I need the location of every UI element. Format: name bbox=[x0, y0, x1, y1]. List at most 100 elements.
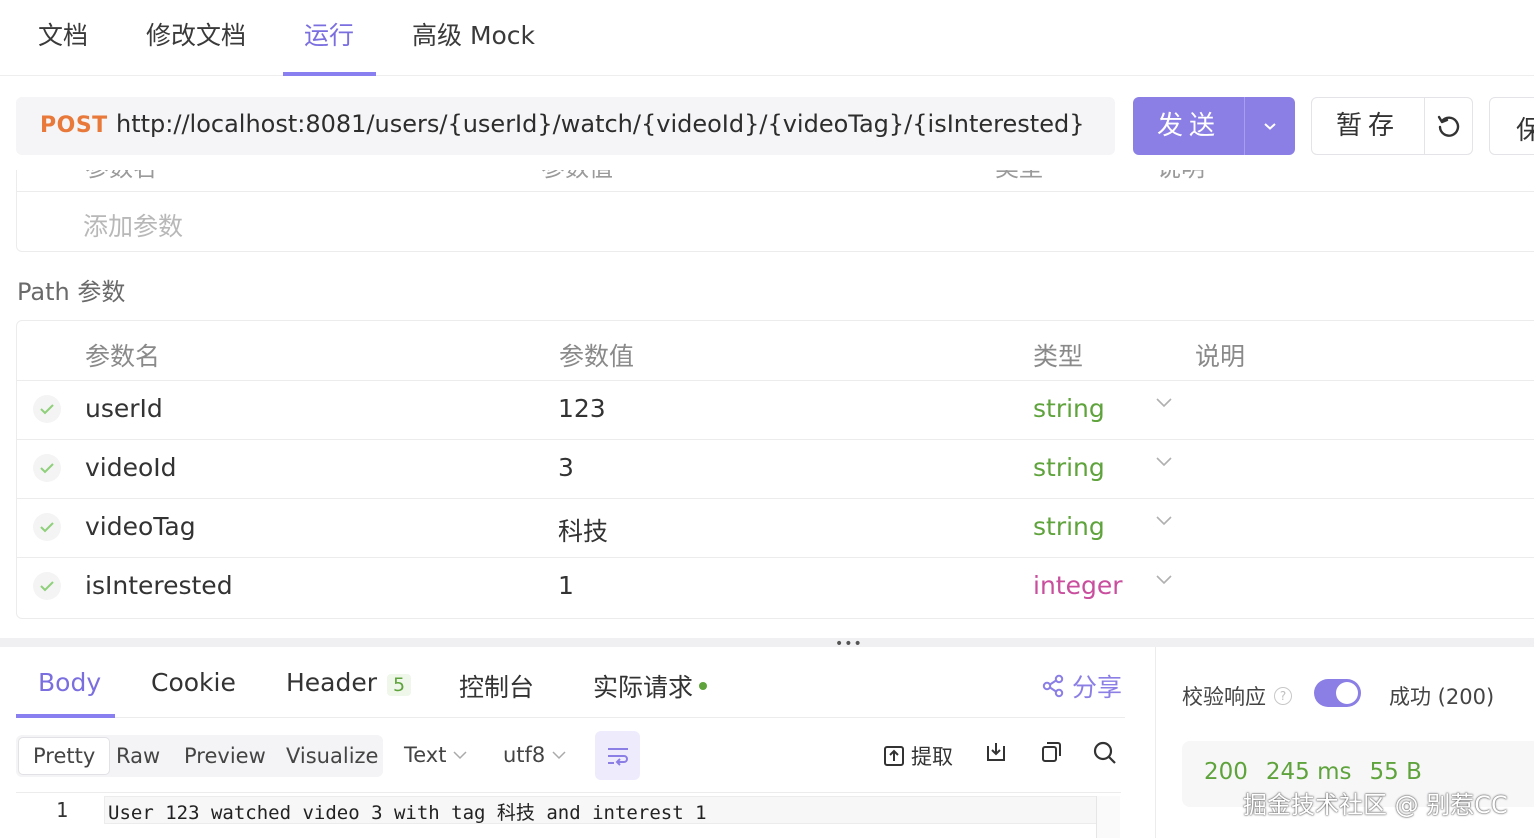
param-enabled-checkbox[interactable] bbox=[33, 572, 61, 600]
path-col-name: 参数名 bbox=[85, 342, 161, 371]
param-value[interactable]: 科技 bbox=[558, 512, 608, 548]
response-body-editor[interactable]: 1 User 123 watched video 3 with tag 科技 a… bbox=[16, 792, 1121, 838]
param-name[interactable]: userId bbox=[85, 394, 163, 423]
encoding-select[interactable]: utf8 bbox=[503, 743, 567, 767]
query-params-header: 参数名 参数值 类型 说明 bbox=[17, 170, 1534, 192]
save-button[interactable]: 保 bbox=[1489, 97, 1534, 155]
url-bar[interactable]: POST http://localhost:8081/users/{userId… bbox=[16, 97, 1115, 155]
share-button[interactable]: 分享 bbox=[1042, 668, 1122, 704]
share-label: 分享 bbox=[1072, 673, 1123, 702]
check-icon bbox=[40, 522, 54, 533]
path-params-header: 参数名 参数值 类型 说明 bbox=[17, 321, 1534, 381]
path-params-table: 参数名 参数值 类型 说明 userId 123 string videoId … bbox=[16, 320, 1534, 619]
table-row: isInterested 1 integer bbox=[17, 558, 1534, 617]
search-button[interactable] bbox=[1093, 741, 1117, 765]
code-line: User 123 watched video 3 with tag 科技 and… bbox=[104, 796, 1110, 824]
line-number: 1 bbox=[56, 798, 69, 822]
status-code: 200 bbox=[1204, 759, 1248, 785]
panel-splitter[interactable] bbox=[0, 638, 1534, 647]
response-tab-bar: Body Cookie Header 5 控制台 实际请求 bbox=[16, 648, 1125, 718]
chevron-down-icon[interactable] bbox=[1155, 456, 1173, 468]
validation-result: 成功 (200) bbox=[1389, 685, 1495, 709]
check-icon bbox=[40, 404, 54, 415]
copy-icon bbox=[1042, 742, 1061, 762]
http-method[interactable]: POST bbox=[40, 113, 108, 138]
chevron-down-icon bbox=[1264, 123, 1276, 130]
tab-docs[interactable]: 文档 bbox=[38, 18, 88, 54]
query-col-value: 参数值 bbox=[541, 170, 613, 183]
share-icon bbox=[1042, 674, 1064, 698]
response-body-text: User 123 watched video 3 with tag 科技 and… bbox=[108, 802, 707, 824]
send-dropdown-button[interactable] bbox=[1245, 97, 1295, 155]
chevron-down-icon[interactable] bbox=[1155, 397, 1173, 409]
search-icon bbox=[1093, 741, 1116, 764]
param-name[interactable]: isInterested bbox=[85, 571, 233, 600]
param-value[interactable]: 3 bbox=[558, 453, 574, 482]
path-params-title: Path 参数 bbox=[17, 278, 126, 306]
validate-response-label: 校验响应 ? bbox=[1182, 681, 1292, 711]
url-input[interactable]: http://localhost:8081/users/{userId}/wat… bbox=[116, 110, 1084, 138]
query-col-type: 类型 bbox=[995, 170, 1043, 183]
param-type[interactable]: string bbox=[1033, 453, 1105, 482]
param-value[interactable]: 1 bbox=[558, 571, 574, 600]
wrap-lines-button[interactable] bbox=[595, 731, 640, 780]
response-size: 55 B bbox=[1369, 759, 1422, 785]
param-enabled-checkbox[interactable] bbox=[33, 513, 61, 541]
response-stats-line: 200 245 ms 55 B bbox=[1204, 759, 1440, 785]
path-col-type: 类型 bbox=[1033, 342, 1084, 371]
tab-body[interactable]: Body bbox=[38, 668, 101, 697]
extract-icon bbox=[884, 746, 904, 766]
download-button[interactable] bbox=[985, 741, 1007, 763]
top-tab-bar: 文档 修改文档 运行 高级 Mock bbox=[0, 0, 1534, 76]
chevron-down-icon[interactable] bbox=[1155, 515, 1173, 527]
format-raw[interactable]: Raw bbox=[102, 735, 174, 777]
param-type[interactable]: string bbox=[1033, 394, 1105, 423]
validate-response-toggle[interactable] bbox=[1314, 679, 1361, 707]
tab-actual-request-label: 实际请求 bbox=[593, 673, 694, 702]
extract-button[interactable]: 提取 bbox=[883, 741, 953, 771]
tab-run[interactable]: 运行 bbox=[304, 18, 354, 54]
save-button-label: 保 bbox=[1516, 110, 1534, 147]
format-preview[interactable]: Preview bbox=[170, 735, 280, 777]
param-value[interactable]: 123 bbox=[558, 394, 606, 423]
format-visualize[interactable]: Visualize bbox=[272, 735, 392, 777]
save-draft-button[interactable]: 暂存 bbox=[1311, 97, 1473, 155]
active-tab-indicator bbox=[283, 72, 376, 76]
format-segmented-control: Pretty Raw Preview Visualize bbox=[16, 735, 383, 777]
toggle-knob bbox=[1336, 682, 1358, 704]
tab-advanced-mock[interactable]: 高级 Mock bbox=[412, 18, 535, 54]
watermark: 掘金技术社区 @ 别惹CC bbox=[1243, 791, 1508, 819]
param-name[interactable]: videoId bbox=[85, 453, 177, 482]
content-type-value: Text bbox=[404, 743, 447, 767]
param-enabled-checkbox[interactable] bbox=[33, 395, 61, 423]
chevron-down-icon bbox=[453, 751, 468, 760]
param-enabled-checkbox[interactable] bbox=[33, 454, 61, 482]
reset-button[interactable] bbox=[1425, 98, 1473, 154]
tab-header[interactable]: Header 5 bbox=[286, 668, 412, 697]
active-tab-indicator bbox=[16, 714, 115, 718]
query-col-name: 参数名 bbox=[85, 170, 157, 183]
chevron-down-icon[interactable] bbox=[1155, 574, 1173, 586]
param-name[interactable]: videoTag bbox=[85, 512, 196, 541]
param-type[interactable]: integer bbox=[1033, 571, 1123, 600]
add-param-input[interactable]: 添加参数 bbox=[83, 207, 183, 243]
content-type-select[interactable]: Text bbox=[404, 743, 468, 767]
help-icon[interactable]: ? bbox=[1274, 687, 1292, 705]
check-icon bbox=[40, 581, 54, 592]
editor-scrollbar[interactable] bbox=[1096, 796, 1120, 838]
tab-edit-docs[interactable]: 修改文档 bbox=[146, 18, 246, 54]
tab-header-label: Header bbox=[286, 668, 378, 697]
path-col-desc: 说明 bbox=[1195, 342, 1246, 371]
save-draft-label: 暂存 bbox=[1335, 111, 1400, 141]
path-col-value: 参数值 bbox=[559, 342, 635, 371]
send-button[interactable]: 发送 bbox=[1133, 97, 1295, 155]
tab-cookie[interactable]: Cookie bbox=[151, 668, 236, 697]
copy-button[interactable] bbox=[1040, 741, 1062, 763]
tab-console[interactable]: 控制台 bbox=[459, 668, 534, 704]
format-pretty[interactable]: Pretty bbox=[18, 737, 111, 775]
download-icon bbox=[987, 743, 1005, 761]
validate-response-text: 校验响应 bbox=[1182, 685, 1266, 709]
tab-actual-request[interactable]: 实际请求 bbox=[593, 668, 708, 704]
query-params-table: 参数名 参数值 类型 说明 添加参数 bbox=[16, 170, 1534, 252]
param-type[interactable]: string bbox=[1033, 512, 1105, 541]
